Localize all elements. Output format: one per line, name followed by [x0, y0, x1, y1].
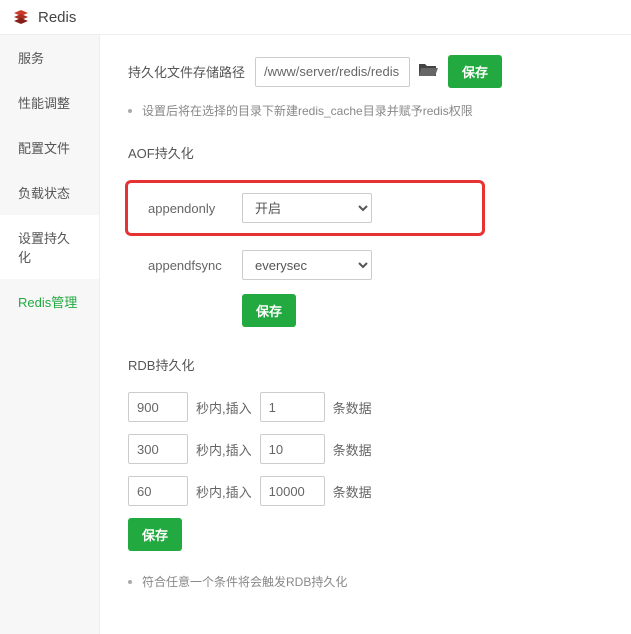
rdb-hint: 符合任意一个条件将会触发RDB持久化 [128, 573, 603, 590]
path-save-button[interactable]: 保存 [448, 55, 502, 88]
aof-save-button[interactable]: 保存 [242, 294, 296, 327]
path-row: 持久化文件存储路径 保存 [128, 55, 603, 88]
path-hint-text: 设置后将在选择的目录下新建redis_cache目录并赋予redis权限 [142, 102, 473, 119]
rdb-sec-suffix-0: 秒内,插入 [196, 398, 252, 417]
rdb-count-suffix-1: 条数据 [333, 440, 372, 459]
rdb-count-input-1[interactable] [260, 434, 325, 464]
sidebar-item-redis-manage[interactable]: Redis管理 [0, 279, 99, 324]
rdb-seconds-input-2[interactable] [128, 476, 188, 506]
bullet-icon [128, 580, 132, 584]
rdb-seconds-input-1[interactable] [128, 434, 188, 464]
rdb-count-input-0[interactable] [260, 392, 325, 422]
rdb-count-suffix-0: 条数据 [333, 398, 372, 417]
rdb-sec-suffix-2: 秒内,插入 [196, 482, 252, 501]
sidebar-item-load[interactable]: 负载状态 [0, 170, 99, 215]
path-label: 持久化文件存储路径 [128, 62, 245, 81]
sidebar-item-service[interactable]: 服务 [0, 35, 99, 80]
bullet-icon [128, 109, 132, 113]
rdb-row-0: 秒内,插入 条数据 [128, 392, 603, 422]
rdb-save-button[interactable]: 保存 [128, 518, 182, 551]
rdb-seconds-input-0[interactable] [128, 392, 188, 422]
appendonly-highlight: appendonly 开启 [125, 180, 485, 236]
appendonly-select[interactable]: 开启 [242, 193, 372, 223]
rdb-row-1: 秒内,插入 条数据 [128, 434, 603, 464]
sidebar-item-persistence[interactable]: 设置持久化 [0, 215, 99, 279]
rdb-save-row: 保存 [128, 518, 603, 551]
sidebar-item-performance[interactable]: 性能调整 [0, 80, 99, 125]
path-input[interactable] [255, 57, 410, 87]
page-title: Redis [38, 9, 76, 26]
rdb-hint-text: 符合任意一个条件将会触发RDB持久化 [142, 573, 347, 590]
rdb-count-suffix-2: 条数据 [333, 482, 372, 501]
sidebar-item-config[interactable]: 配置文件 [0, 125, 99, 170]
rdb-row-2: 秒内,插入 条数据 [128, 476, 603, 506]
layout: 服务 性能调整 配置文件 负载状态 设置持久化 Redis管理 持久化文件存储路… [0, 35, 631, 634]
appendonly-label: appendonly [148, 201, 238, 216]
rdb-sec-suffix-1: 秒内,插入 [196, 440, 252, 459]
appendfsync-label: appendfsync [148, 258, 238, 273]
folder-icon[interactable] [418, 62, 438, 81]
rdb-section-title: RDB持久化 [128, 355, 603, 374]
redis-icon [12, 8, 30, 26]
sidebar: 服务 性能调整 配置文件 负载状态 设置持久化 Redis管理 [0, 35, 100, 634]
main-content: 持久化文件存储路径 保存 设置后将在选择的目录下新建redis_cache目录并… [100, 35, 631, 634]
path-hint: 设置后将在选择的目录下新建redis_cache目录并赋予redis权限 [128, 102, 603, 119]
aof-section-title: AOF持久化 [128, 143, 603, 162]
rdb-count-input-2[interactable] [260, 476, 325, 506]
appendfsync-select[interactable]: everysec [242, 250, 372, 280]
aof-save-row: 保存 [128, 294, 603, 327]
appendfsync-row: appendfsync everysec [128, 250, 603, 280]
page-header: Redis [0, 0, 631, 35]
